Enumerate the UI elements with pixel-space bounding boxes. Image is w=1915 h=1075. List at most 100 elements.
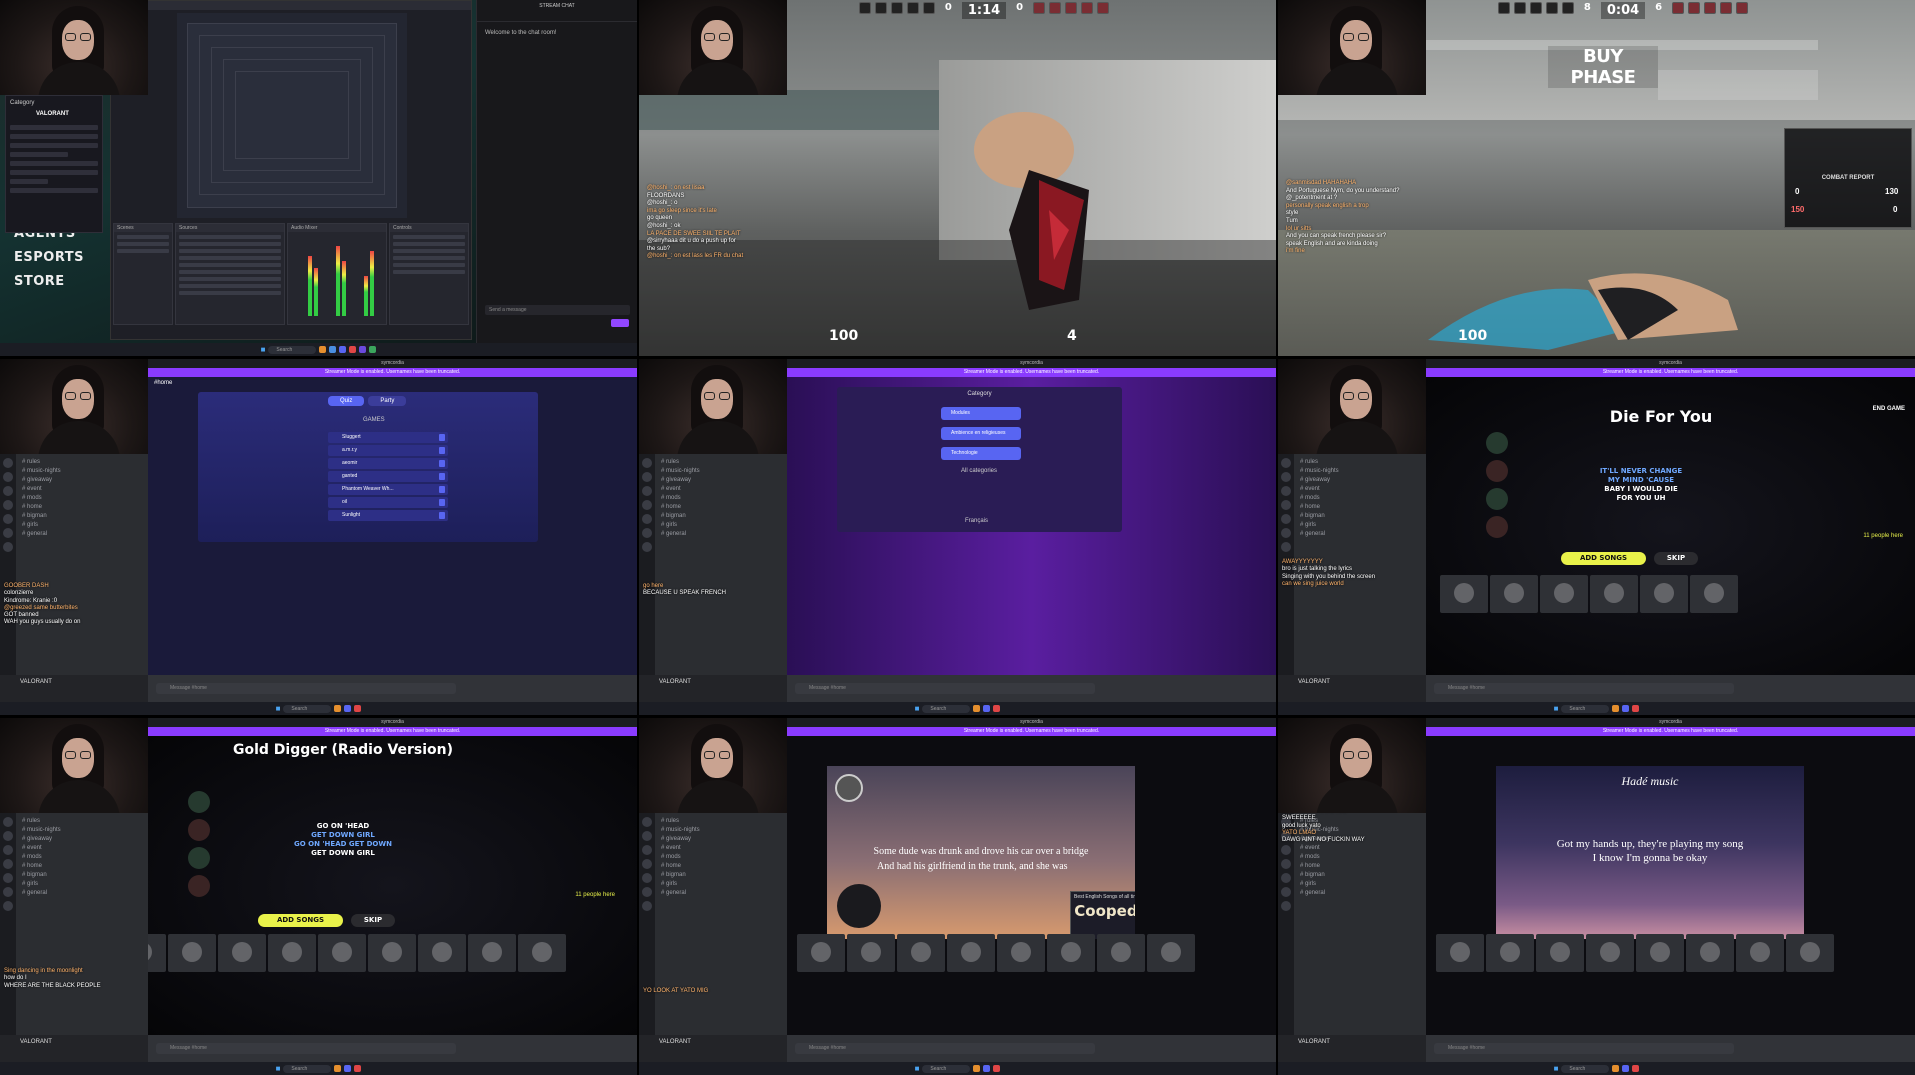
windows-icon[interactable]: ■ [1554,1064,1559,1073]
taskbar-search[interactable]: Search [1561,1064,1610,1073]
channel-item[interactable]: # rules [661,817,787,826]
channel-item[interactable]: # bigman [661,871,787,880]
windows-icon[interactable]: ■ [915,1064,920,1073]
valorant-icon[interactable] [349,346,357,353]
app-icon[interactable] [369,346,377,353]
channel-item[interactable]: # giveaway [22,835,148,844]
channel-item[interactable]: # event [1300,485,1426,494]
channel-item[interactable]: # event [22,485,148,494]
channel-item[interactable]: # home [22,503,148,512]
channel-item[interactable]: # mods [661,494,787,503]
channel-item[interactable]: # girls [1300,880,1426,889]
game-list-item[interactable]: Sluggert [328,432,448,443]
skip-button[interactable]: SKIP [351,914,395,927]
channel-item[interactable]: # bigman [22,871,148,880]
channel-item[interactable]: # event [1300,844,1426,853]
menu-esports[interactable]: ESPORTS [14,250,84,265]
game-list-item[interactable]: a.m.r.y [328,445,448,456]
app-icon[interactable] [319,346,327,353]
taskbar-search[interactable]: Search [922,704,971,713]
game-list-item[interactable]: ganted [328,471,448,482]
windows-icon[interactable]: ■ [276,1064,281,1073]
channel-item[interactable]: # girls [22,521,148,530]
game-list-item[interactable]: Sunlight [328,510,448,521]
channel-item[interactable]: # general [22,889,148,898]
channel-item[interactable]: # giveaway [661,835,787,844]
game-list-item[interactable]: Phantom Weaver Wh... [328,484,448,495]
channel-item[interactable]: # bigman [22,512,148,521]
windows-icon[interactable]: ■ [915,704,920,713]
message-input[interactable]: Message #home [156,1043,456,1054]
channel-item[interactable]: # girls [661,521,787,530]
windows-icon[interactable]: ■ [276,704,281,713]
tab-party[interactable]: Party [368,396,407,406]
channel-item[interactable]: # event [661,485,787,494]
game-list-item[interactable]: aeomir [328,458,448,469]
channel-item[interactable]: # general [661,530,787,539]
app-icon[interactable] [329,346,337,353]
channel-item[interactable]: # home [661,862,787,871]
taskbar-search[interactable]: Search [922,1064,971,1073]
channel-item[interactable]: # music-nights [1300,467,1426,476]
add-songs-button[interactable]: ADD SONGS [1561,552,1646,565]
channel-item[interactable]: # giveaway [22,476,148,485]
taskbar-search[interactable]: Search [283,704,332,713]
taskbar-search[interactable]: Search [1561,704,1610,713]
chat-input[interactable]: Send a message [485,305,630,315]
channel-item[interactable]: # rules [661,458,787,467]
channel-item[interactable]: # girls [1300,521,1426,530]
channel-item[interactable]: # general [1300,530,1426,539]
channel-item[interactable]: # home [22,862,148,871]
channel-item[interactable]: # giveaway [661,476,787,485]
taskbar-search[interactable]: Search [283,1064,332,1073]
channel-item[interactable]: # home [1300,862,1426,871]
video-player[interactable]: Hadé music Got my hands up, they're play… [1496,766,1804,939]
channel-item[interactable]: # giveaway [1300,476,1426,485]
message-input[interactable]: Message #home [1434,683,1734,694]
game-list-item[interactable]: oil [328,497,448,508]
message-input[interactable]: Message #home [795,683,1095,694]
skip-button[interactable]: SKIP [1654,552,1698,565]
end-game-button[interactable]: END GAME [1873,405,1905,413]
message-input[interactable]: Message #home [156,683,456,694]
all-categories-link[interactable]: All categories [961,467,997,475]
channel-item[interactable]: # music-nights [661,826,787,835]
discord-icon[interactable] [339,346,347,353]
channel-item[interactable]: # mods [22,853,148,862]
channel-item[interactable]: # general [22,530,148,539]
channel-item[interactable]: # music-nights [661,467,787,476]
channel-item[interactable]: # girls [22,880,148,889]
chat-send-button[interactable] [611,319,629,327]
channel-item[interactable]: # rules [22,817,148,826]
message-input[interactable]: Message #home [1434,1043,1734,1054]
windows-icon[interactable]: ■ [1554,704,1559,713]
channel-item[interactable]: # rules [22,458,148,467]
menu-store[interactable]: STORE [14,274,65,289]
message-input[interactable]: Message #home [795,1043,1095,1054]
category-option[interactable]: Modules [941,407,1021,420]
channel-item[interactable]: # mods [1300,494,1426,503]
channel-item[interactable]: # event [661,844,787,853]
channel-item[interactable]: # mods [22,494,148,503]
app-icon[interactable] [359,346,367,353]
channel-item[interactable]: # home [661,503,787,512]
channel-item[interactable]: # general [661,889,787,898]
video-player[interactable]: Some dude was drunk and drove his car ov… [827,766,1135,939]
channel-item[interactable]: # rules [1300,458,1426,467]
category-option[interactable]: Ambience en religieuses [941,427,1021,440]
channel-item[interactable]: # bigman [1300,512,1426,521]
channel-item[interactable]: # bigman [1300,871,1426,880]
taskbar-search[interactable]: Search [268,345,317,354]
channel-item[interactable]: # music-nights [22,467,148,476]
channel-item[interactable]: # general [1300,889,1426,898]
windows-icon[interactable]: ■ [261,345,266,354]
add-songs-button[interactable]: ADD SONGS [258,914,343,927]
channel-item[interactable]: # girls [661,880,787,889]
channel-item[interactable]: # event [22,844,148,853]
channel-item[interactable]: # home [1300,503,1426,512]
channel-item[interactable]: # mods [661,853,787,862]
tab-quiz[interactable]: Quiz [328,396,365,406]
language-label[interactable]: Français [965,517,988,525]
channel-item[interactable]: # music-nights [22,826,148,835]
channel-item[interactable]: # mods [1300,853,1426,862]
